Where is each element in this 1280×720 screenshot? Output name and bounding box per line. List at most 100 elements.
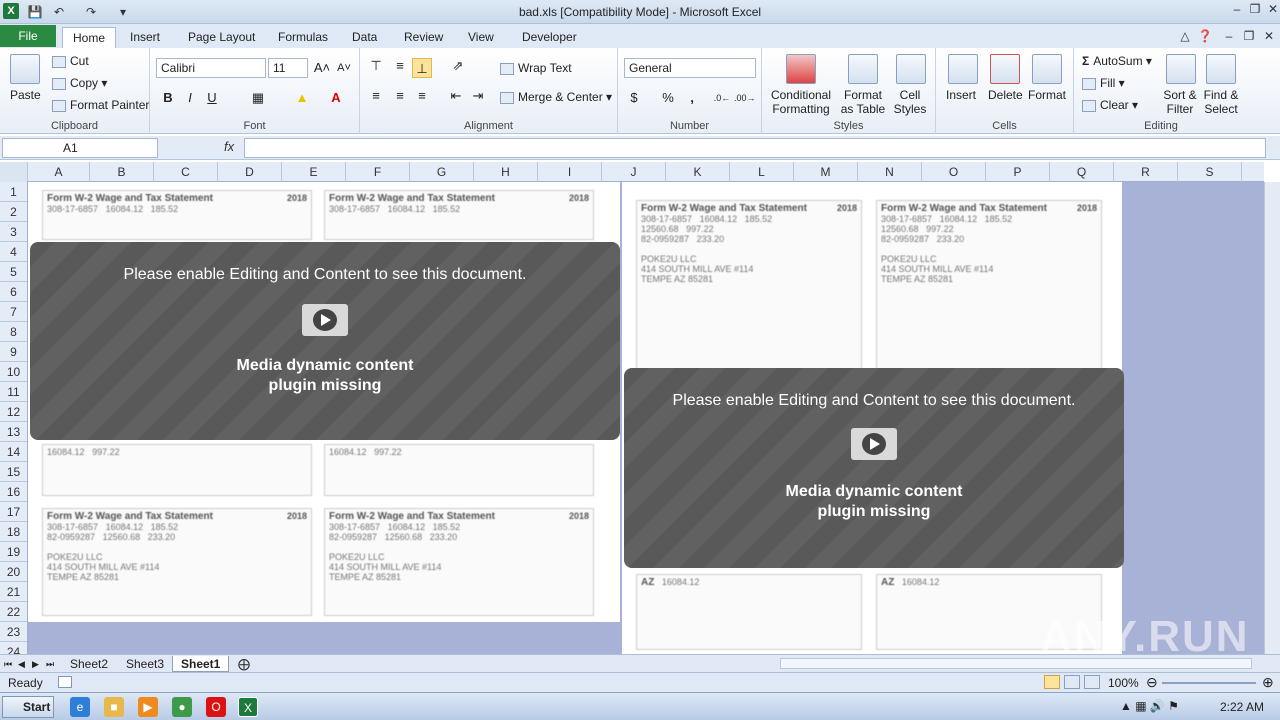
align-center-icon[interactable]: ≡ xyxy=(390,86,410,106)
opera-icon[interactable]: O xyxy=(206,697,226,717)
row-header[interactable]: 23 xyxy=(0,622,27,642)
paste-button[interactable]: Paste xyxy=(10,88,41,102)
align-left-icon[interactable]: ≡ xyxy=(366,86,386,106)
chrome-icon[interactable]: ● xyxy=(172,697,192,717)
vertical-scrollbar[interactable] xyxy=(1264,182,1280,654)
row-header[interactable]: 20 xyxy=(0,562,27,582)
underline-button[interactable]: U xyxy=(202,88,222,108)
clear-button[interactable]: Clear ▾ xyxy=(1082,98,1138,112)
prev-sheet-icon[interactable]: ◀ xyxy=(16,656,27,672)
insert-button[interactable]: Insert xyxy=(946,88,976,102)
row-header[interactable]: 9 xyxy=(0,342,27,362)
restore-icon[interactable]: ❐ xyxy=(1246,1,1264,17)
name-box[interactable]: A1 xyxy=(2,138,158,158)
find-select-button[interactable]: Find & Select xyxy=(1202,88,1240,116)
column-header[interactable]: K xyxy=(666,162,730,182)
row-header[interactable]: 19 xyxy=(0,542,27,562)
column-header[interactable]: O xyxy=(922,162,986,182)
number-format-select[interactable]: General xyxy=(624,58,756,78)
decrease-indent-icon[interactable]: ⇤ xyxy=(446,86,466,106)
row-header[interactable]: 18 xyxy=(0,522,27,542)
row-header[interactable]: 6 xyxy=(0,282,27,302)
sheet-tab[interactable]: Sheet3 xyxy=(118,656,172,672)
paste-icon[interactable] xyxy=(10,54,40,84)
workbook-minimize-icon[interactable]: – xyxy=(1220,28,1238,44)
column-header[interactable]: R xyxy=(1114,162,1178,182)
tab-home[interactable]: Home xyxy=(62,27,117,48)
row-header[interactable]: 4 xyxy=(0,242,27,262)
row-header[interactable]: 14 xyxy=(0,442,27,462)
excel-taskbar-icon[interactable]: X xyxy=(238,697,258,717)
shrink-font-icon[interactable]: A˅ xyxy=(334,58,354,78)
row-header[interactable]: 7 xyxy=(0,302,27,322)
cell-grid[interactable]: Form W-2 Wage and Tax Statement 2018 308-1… xyxy=(28,182,1264,654)
decrease-decimal-icon[interactable]: .00→ xyxy=(734,88,756,108)
row-header[interactable]: 13 xyxy=(0,422,27,442)
cut-button[interactable]: Cut xyxy=(52,54,89,68)
italic-button[interactable]: I xyxy=(180,88,200,108)
fill-button[interactable]: Fill ▾ xyxy=(1082,76,1125,90)
column-header[interactable]: L xyxy=(730,162,794,182)
row-header[interactable]: 22 xyxy=(0,602,27,622)
select-all-corner[interactable] xyxy=(0,162,28,182)
column-header[interactable]: S xyxy=(1178,162,1242,182)
next-sheet-icon[interactable]: ▶ xyxy=(30,656,41,672)
autosum-button[interactable]: Σ AutoSum ▾ xyxy=(1082,54,1152,68)
grow-font-icon[interactable]: A˄ xyxy=(312,58,332,78)
help-icon[interactable]: ❓ xyxy=(1196,28,1214,44)
bold-button[interactable]: B xyxy=(158,88,178,108)
format-button[interactable]: Format xyxy=(1028,88,1066,102)
row-header[interactable]: 2 xyxy=(0,202,27,222)
enable-content-overlay[interactable]: Please enable Editing and Content to see… xyxy=(624,368,1124,568)
start-button[interactable]: Start xyxy=(2,696,54,718)
folder-icon[interactable]: ■ xyxy=(104,697,124,717)
column-header[interactable]: H xyxy=(474,162,538,182)
tab-review[interactable]: Review xyxy=(394,27,453,48)
page-break-view-icon[interactable] xyxy=(1084,675,1100,689)
tab-file[interactable]: File xyxy=(0,25,56,47)
media-player-icon[interactable]: ▶ xyxy=(138,697,158,717)
system-tray-icons[interactable]: ▲ ▦ 🔊 ⚑ xyxy=(1120,699,1179,713)
column-header[interactable]: A xyxy=(28,162,90,182)
insert-sheet-icon[interactable]: ⨁ xyxy=(230,656,258,672)
column-header[interactable]: N xyxy=(858,162,922,182)
column-header[interactable]: G xyxy=(410,162,474,182)
conditional-formatting-button[interactable]: Conditional Formatting xyxy=(770,88,832,116)
row-header[interactable]: 5 xyxy=(0,262,27,282)
column-header[interactable]: P xyxy=(986,162,1050,182)
comma-button[interactable]: , xyxy=(682,88,702,108)
row-header[interactable]: 1 xyxy=(0,182,27,202)
tab-page-layout[interactable]: Page Layout xyxy=(178,27,265,48)
column-header[interactable]: B xyxy=(90,162,154,182)
minimize-icon[interactable]: – xyxy=(1228,1,1246,17)
row-header[interactable]: 21 xyxy=(0,582,27,602)
row-header[interactable]: 10 xyxy=(0,362,27,382)
increase-decimal-icon[interactable]: .0← xyxy=(712,88,732,108)
last-sheet-icon[interactable]: ⏭ xyxy=(44,656,56,672)
column-header[interactable]: J xyxy=(602,162,666,182)
row-header[interactable]: 3 xyxy=(0,222,27,242)
orientation-icon[interactable]: ⇗ xyxy=(448,56,468,76)
tab-insert[interactable]: Insert xyxy=(120,27,170,48)
clock[interactable]: 2:22 AM xyxy=(1220,700,1264,714)
borders-icon[interactable]: ▦ xyxy=(248,88,268,108)
font-size-select[interactable]: 11 xyxy=(268,58,308,78)
column-header[interactable]: C xyxy=(154,162,218,182)
format-painter-button[interactable]: Format Painter xyxy=(52,98,149,112)
row-header[interactable]: 16 xyxy=(0,482,27,502)
align-middle-icon[interactable]: ≡ xyxy=(390,56,410,76)
row-header[interactable]: 12 xyxy=(0,402,27,422)
align-bottom-icon[interactable]: ⊥ xyxy=(412,58,432,78)
normal-view-icon[interactable] xyxy=(1044,675,1060,689)
tab-formulas[interactable]: Formulas xyxy=(268,27,338,48)
insert-function-icon[interactable]: fx xyxy=(224,139,234,154)
sheet-tab[interactable]: Sheet2 xyxy=(62,656,116,672)
sort-filter-button[interactable]: Sort & Filter xyxy=(1162,88,1198,116)
fill-color-icon[interactable]: ▲ xyxy=(292,88,312,108)
zoom-level[interactable]: 100% xyxy=(1108,676,1139,690)
ribbon-minimize-icon[interactable]: △ xyxy=(1176,28,1194,44)
zoom-in-icon[interactable]: ⊕ xyxy=(1262,674,1274,691)
column-header[interactable]: E xyxy=(282,162,346,182)
column-header[interactable]: F xyxy=(346,162,410,182)
zoom-slider[interactable] xyxy=(1162,682,1256,684)
